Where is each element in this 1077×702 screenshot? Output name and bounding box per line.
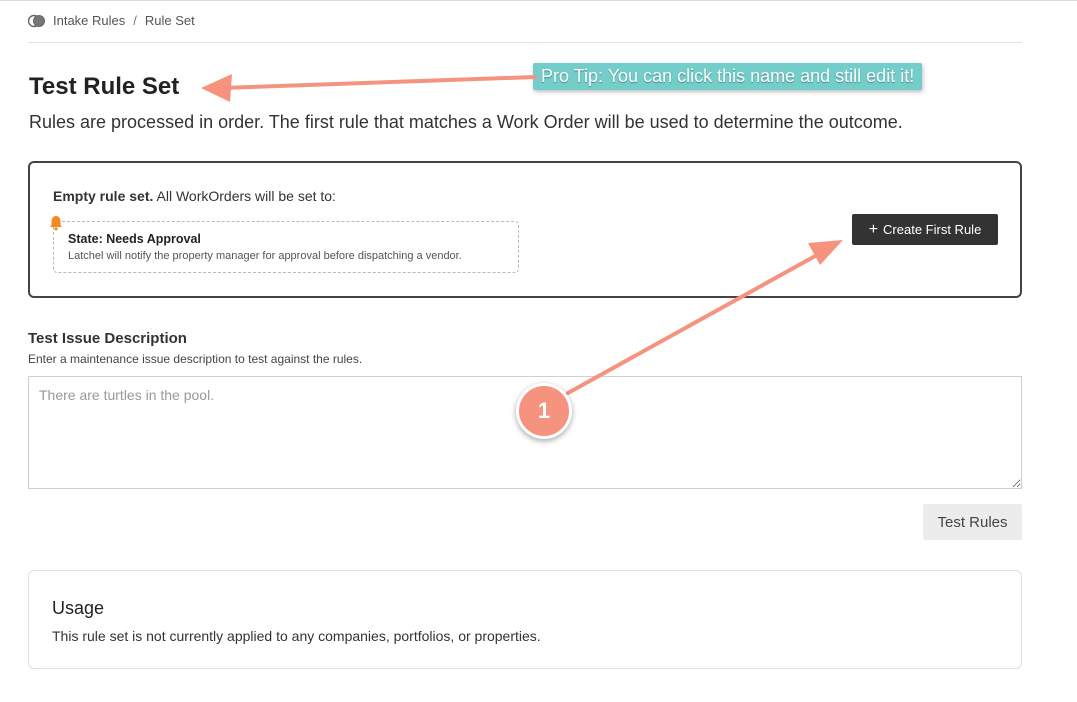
usage-panel: Usage This rule set is not currently app… bbox=[28, 570, 1022, 669]
plus-icon: + bbox=[868, 220, 879, 238]
empty-rule-set-text: Empty rule set. All WorkOrders will be s… bbox=[53, 188, 336, 204]
state-title: State: Needs Approval bbox=[68, 232, 201, 246]
empty-rule-set-rest: All WorkOrders will be set to: bbox=[153, 188, 336, 204]
breadcrumb-intake-rules[interactable]: Intake Rules bbox=[53, 13, 125, 28]
empty-rule-set-panel: Empty rule set. All WorkOrders will be s… bbox=[28, 161, 1022, 298]
top-divider bbox=[0, 0, 1077, 1]
create-first-rule-button[interactable]: + Create First Rule bbox=[852, 214, 998, 245]
breadcrumb-rule-set: Rule Set bbox=[144, 13, 195, 28]
empty-rule-set-bold: Empty rule set. bbox=[53, 188, 154, 204]
bell-icon bbox=[50, 216, 62, 231]
toggle-circles-icon bbox=[28, 14, 45, 27]
breadcrumb-divider bbox=[28, 42, 1022, 43]
breadcrumb: Intake Rules / Rule Set bbox=[28, 13, 195, 28]
state-description: Latchel will notify the property manager… bbox=[68, 250, 462, 262]
page-title[interactable]: Test Rule Set bbox=[29, 73, 179, 101]
pro-tip-callout: Pro Tip: You can click this name and sti… bbox=[533, 63, 923, 90]
create-first-rule-label: Create First Rule bbox=[883, 222, 982, 237]
page-subtitle: Rules are processed in order. The first … bbox=[29, 112, 903, 132]
test-issue-label: Test Issue Description bbox=[28, 330, 187, 347]
test-rules-button[interactable]: Test Rules bbox=[923, 504, 1022, 540]
step-marker: 1 bbox=[516, 383, 572, 439]
pro-tip-arrow bbox=[201, 74, 537, 102]
test-issue-help: Enter a maintenance issue description to… bbox=[28, 352, 363, 366]
breadcrumb-separator: / bbox=[133, 13, 137, 28]
default-state-card: State: Needs Approval Latchel will notif… bbox=[50, 216, 519, 273]
usage-text: This rule set is not currently applied t… bbox=[52, 628, 541, 644]
usage-title: Usage bbox=[52, 598, 105, 618]
page: Intake Rules / Rule Set Test Rule Set Ru… bbox=[0, 0, 1077, 702]
